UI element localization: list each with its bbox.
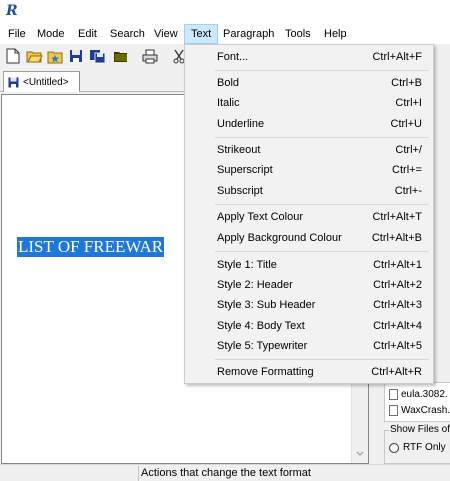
menu-item-shortcut: Ctrl+Alt+1 bbox=[373, 259, 422, 271]
menu-item-style-body-text[interactable]: Style 4: Body Text Ctrl+Alt+4 bbox=[187, 316, 431, 336]
menu-item-shortcut: Ctrl+Alt+4 bbox=[373, 320, 422, 332]
menu-file[interactable]: File bbox=[2, 24, 32, 44]
tab-untitled[interactable]: <Untitled> bbox=[3, 71, 80, 92]
new-document-icon[interactable] bbox=[4, 47, 22, 65]
save-icon[interactable] bbox=[67, 47, 85, 65]
print-icon[interactable] bbox=[141, 47, 159, 65]
chevron-down-icon[interactable] bbox=[356, 451, 364, 457]
menu-item-shortcut: Ctrl+- bbox=[394, 185, 422, 197]
menu-item-label: Strikeout bbox=[217, 144, 261, 156]
menu-item-label: Style 1: Title bbox=[217, 259, 277, 271]
file-list[interactable]: eula.3082. WaxCrash. bbox=[384, 382, 450, 422]
menu-item-shortcut: Ctrl+I bbox=[395, 97, 422, 109]
menu-item-bold[interactable]: Bold Ctrl+B bbox=[187, 73, 431, 93]
list-item[interactable]: WaxCrash. bbox=[389, 403, 450, 417]
save-all-icon[interactable] bbox=[88, 47, 106, 65]
menu-item-underline[interactable]: Underline Ctrl+U bbox=[187, 114, 431, 134]
menu-item-label: Superscript bbox=[217, 164, 273, 176]
menu-item-shortcut: Ctrl+Alt+T bbox=[372, 211, 422, 223]
menu-item-remove-formatting[interactable]: Remove Formatting Ctrl+Alt+R bbox=[187, 362, 431, 382]
radio-label: RTF Only bbox=[403, 442, 446, 453]
menu-separator bbox=[215, 359, 429, 360]
menu-item-shortcut: Ctrl+B bbox=[391, 77, 422, 89]
menu-item-shortcut: Ctrl+Alt+F bbox=[372, 51, 422, 63]
status-bar: Actions that change the text format bbox=[0, 464, 450, 481]
menu-help[interactable]: Help bbox=[318, 24, 353, 44]
close-document-icon[interactable] bbox=[111, 47, 129, 65]
menu-edit[interactable]: Edit bbox=[72, 24, 103, 44]
list-item[interactable]: eula.3082. bbox=[389, 387, 448, 401]
menu-item-apply-background-colour[interactable]: Apply Background Colour Ctrl+Alt+B bbox=[187, 228, 431, 248]
menu-separator bbox=[215, 137, 429, 138]
menu-item-italic[interactable]: Italic Ctrl+I bbox=[187, 93, 431, 113]
menu-item-superscript[interactable]: Superscript Ctrl+= bbox=[187, 160, 431, 180]
file-name: eula.3082. bbox=[401, 388, 448, 400]
menu-item-shortcut: Ctrl+Alt+5 bbox=[373, 340, 422, 352]
file-name: WaxCrash. bbox=[401, 404, 450, 416]
file-icon bbox=[389, 404, 398, 416]
menu-bar: File Mode Edit Search View Text Paragrap… bbox=[0, 24, 450, 44]
menu-text[interactable]: Text bbox=[184, 24, 219, 44]
menu-item-label: Style 2: Header bbox=[217, 279, 293, 291]
menu-item-label: Underline bbox=[217, 118, 265, 130]
radio-icon bbox=[389, 442, 399, 453]
tab-label: <Untitled> bbox=[23, 76, 69, 88]
show-files-group: Show Files of RTF Only bbox=[384, 424, 450, 464]
text-menu-dropdown: Font... Ctrl+Alt+F Bold Ctrl+B Italic Ct… bbox=[184, 44, 434, 384]
menu-item-label: Style 5: Typewriter bbox=[217, 340, 308, 352]
selected-text[interactable]: LIST OF FREEWAR bbox=[17, 237, 165, 257]
tab-divider bbox=[79, 72, 80, 90]
menu-item-shortcut: Ctrl+Alt+2 bbox=[373, 279, 422, 291]
menu-item-label: Style 4: Body Text bbox=[217, 320, 305, 332]
save-icon bbox=[8, 77, 19, 87]
menu-item-shortcut: Ctrl+= bbox=[392, 164, 422, 176]
menu-tools[interactable]: Tools bbox=[279, 24, 317, 44]
menu-item-subscript[interactable]: Subscript Ctrl+- bbox=[187, 181, 431, 201]
menu-item-shortcut: Ctrl+/ bbox=[395, 144, 422, 156]
menu-item-label: Subscript bbox=[217, 185, 263, 197]
group-label: Show Files of bbox=[389, 424, 450, 435]
open-folder-icon[interactable] bbox=[25, 47, 43, 65]
menu-item-font[interactable]: Font... Ctrl+Alt+F bbox=[187, 47, 431, 67]
app-logo-icon: R bbox=[6, 3, 18, 19]
menu-item-shortcut: Ctrl+Alt+3 bbox=[373, 299, 422, 311]
menu-item-strikeout[interactable]: Strikeout Ctrl+/ bbox=[187, 140, 431, 160]
menu-item-label: Apply Background Colour bbox=[217, 232, 342, 244]
menu-item-shortcut: Ctrl+Alt+R bbox=[371, 366, 422, 378]
favorites-folder-icon[interactable] bbox=[46, 47, 64, 65]
menu-item-label: Font... bbox=[217, 51, 249, 63]
status-divider bbox=[138, 466, 139, 481]
menu-item-style-header[interactable]: Style 2: Header Ctrl+Alt+2 bbox=[187, 275, 431, 295]
menu-item-shortcut: Ctrl+U bbox=[390, 118, 422, 130]
status-text: Actions that change the text format bbox=[141, 467, 311, 479]
rtf-only-radio[interactable]: RTF Only bbox=[389, 442, 446, 453]
menu-paragraph[interactable]: Paragraph bbox=[217, 24, 280, 44]
menu-separator bbox=[215, 251, 429, 252]
menu-view[interactable]: View bbox=[148, 24, 184, 44]
menu-item-style-sub-header[interactable]: Style 3: Sub Header Ctrl+Alt+3 bbox=[187, 295, 431, 315]
menu-search[interactable]: Search bbox=[104, 24, 151, 44]
menu-item-label: Italic bbox=[217, 97, 240, 109]
menu-separator bbox=[215, 70, 429, 71]
menu-item-label: Style 3: Sub Header bbox=[217, 299, 316, 311]
menu-item-label: Bold bbox=[217, 77, 240, 89]
file-icon bbox=[389, 388, 398, 400]
menu-item-style-title[interactable]: Style 1: Title Ctrl+Alt+1 bbox=[187, 255, 431, 275]
menu-item-label: Remove Formatting bbox=[217, 366, 314, 378]
title-bar: R bbox=[0, 0, 450, 24]
menu-separator bbox=[215, 204, 429, 205]
menu-item-label: Apply Text Colour bbox=[217, 211, 304, 223]
menu-item-style-typewriter[interactable]: Style 5: Typewriter Ctrl+Alt+5 bbox=[187, 336, 431, 356]
menu-mode[interactable]: Mode bbox=[31, 24, 71, 44]
menu-item-shortcut: Ctrl+Alt+B bbox=[371, 232, 422, 244]
menu-item-apply-text-colour[interactable]: Apply Text Colour Ctrl+Alt+T bbox=[187, 207, 431, 227]
